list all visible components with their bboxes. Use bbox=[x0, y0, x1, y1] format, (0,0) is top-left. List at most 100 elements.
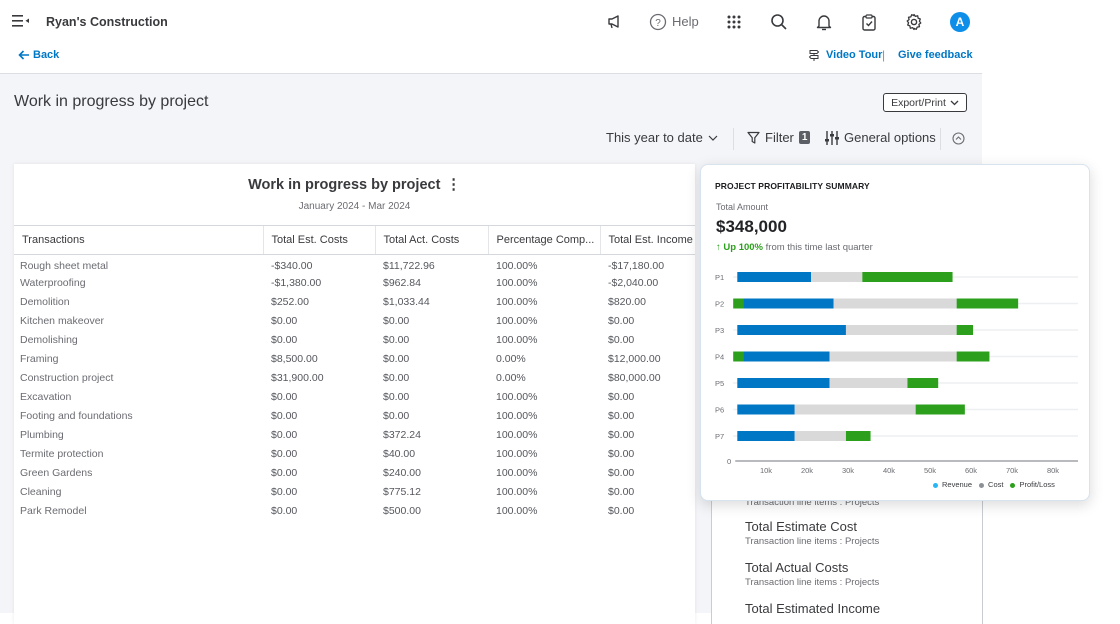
value-cell: $0.00 bbox=[271, 429, 298, 441]
bar-segment-profit-loss[interactable] bbox=[915, 404, 965, 415]
bar-segment-profit-loss[interactable] bbox=[956, 351, 990, 362]
project-name-cell[interactable]: Green Gardens bbox=[14, 464, 263, 483]
side-panel-item[interactable]: Total Actual Costs Transaction line item… bbox=[745, 560, 879, 588]
bar-segment-profit-loss[interactable] bbox=[862, 272, 953, 282]
export-print-button[interactable]: Export/Print bbox=[883, 93, 967, 112]
bar-segment-cost[interactable] bbox=[833, 298, 957, 309]
more-options-icon[interactable]: ⋮ bbox=[446, 177, 461, 193]
column-header[interactable]: Total Est. Costs bbox=[262, 225, 375, 255]
project-name-cell[interactable]: Kitchen makeover bbox=[14, 312, 263, 331]
search-icon[interactable] bbox=[768, 11, 790, 33]
trend-indicator: ↑ Up 100% from this time last quarter bbox=[716, 242, 873, 253]
column-header[interactable]: Total Est. Income bbox=[599, 225, 695, 255]
value-cell: 0.00% bbox=[496, 372, 526, 384]
table-row[interactable]: Framing $8,500.00 $0.00 0.00% $12,000.00 bbox=[14, 350, 695, 369]
help-icon[interactable]: ? bbox=[647, 11, 669, 33]
trend-value: Up 100% bbox=[723, 242, 763, 253]
legend-item[interactable]: Profit/Loss bbox=[1010, 480, 1055, 489]
table-row[interactable]: Park Remodel $0.00 $500.00 100.00% $0.00 bbox=[14, 502, 695, 521]
project-name-cell[interactable]: Framing bbox=[14, 350, 263, 369]
table-row[interactable]: Waterproofing -$1,380.00 $962.84 100.00% -$2… bbox=[14, 274, 695, 293]
date-range-dropdown[interactable]: This year to date bbox=[606, 130, 718, 145]
table-row[interactable]: Excavation $0.00 $0.00 100.00% $0.00 bbox=[14, 388, 695, 407]
menu-icon[interactable] bbox=[12, 14, 30, 28]
table-row[interactable]: Construction project $31,900.00 $0.00 0.00%… bbox=[14, 369, 695, 388]
value-cell: $0.00 bbox=[608, 467, 635, 479]
bell-icon[interactable] bbox=[813, 11, 835, 33]
bar-segment-cost[interactable] bbox=[794, 404, 916, 415]
bar-segment-profit-loss[interactable] bbox=[733, 298, 744, 309]
value-cell: $0.00 bbox=[383, 334, 410, 346]
column-header[interactable]: Transactions bbox=[14, 225, 263, 255]
table-row[interactable]: Kitchen makeover $0.00 $0.00 100.00% $0.00 bbox=[14, 312, 695, 331]
project-name-cell[interactable]: Waterproofing bbox=[14, 274, 263, 293]
table-row[interactable]: Plumbing $0.00 $372.24 100.00% $0.00 bbox=[14, 426, 695, 445]
arrow-left-icon bbox=[18, 50, 29, 60]
value-cell: 100.00% bbox=[496, 467, 538, 479]
table-row[interactable]: Cleaning $0.00 $775.12 100.00% $0.00 bbox=[14, 483, 695, 502]
table-row[interactable]: Green Gardens $0.00 $240.00 100.00% $0.00 bbox=[14, 464, 695, 483]
bar-segment-cost[interactable] bbox=[794, 431, 846, 441]
back-link[interactable]: Back bbox=[18, 49, 59, 61]
project-name-cell[interactable]: Cleaning bbox=[14, 483, 263, 502]
table-row[interactable]: Rough sheet metal -$340.00 $11,722.96 100.0… bbox=[14, 255, 695, 274]
bar-segment-revenue[interactable] bbox=[737, 378, 830, 388]
video-tour-link[interactable]: Video Tour bbox=[808, 49, 882, 61]
bar-segment-profit-loss[interactable] bbox=[956, 298, 1019, 309]
legend-item[interactable]: Revenue bbox=[933, 480, 972, 489]
project-name-cell[interactable]: Termite protection bbox=[14, 445, 263, 464]
table-row[interactable]: Termite protection $0.00 $40.00 100.00% $0.0… bbox=[14, 445, 695, 464]
bar-segment-revenue[interactable] bbox=[743, 351, 830, 362]
table-row[interactable]: Demolishing $0.00 $0.00 100.00% $0.00 bbox=[14, 331, 695, 350]
bar-segment-revenue[interactable] bbox=[737, 325, 846, 335]
value-cell: $12,000.00 bbox=[608, 353, 661, 365]
general-options-button[interactable]: General options bbox=[825, 130, 936, 145]
project-name-cell[interactable]: Demolishing bbox=[14, 331, 263, 350]
bar-segment-profit-loss[interactable] bbox=[845, 431, 871, 441]
chart-legend: Revenue Cost Profit/Loss bbox=[933, 480, 1055, 489]
y-tick-label: P5 bbox=[715, 379, 724, 388]
y-tick-label: P1 bbox=[715, 273, 724, 282]
bar-segment-profit-loss[interactable] bbox=[956, 325, 974, 335]
gear-icon[interactable] bbox=[903, 11, 925, 33]
y-tick-label: P6 bbox=[715, 406, 724, 415]
bar-segment-cost[interactable] bbox=[829, 378, 908, 388]
bar-segment-cost[interactable] bbox=[845, 325, 957, 335]
bar-segment-cost[interactable] bbox=[829, 351, 957, 362]
legend-item[interactable]: Cost bbox=[979, 480, 1003, 489]
collapse-icon[interactable] bbox=[952, 132, 965, 145]
help-label[interactable]: Help bbox=[672, 14, 699, 29]
side-panel-item[interactable]: Total Estimated Income bbox=[745, 601, 880, 616]
value-cell: 100.00% bbox=[496, 277, 538, 289]
apps-grid-icon[interactable] bbox=[723, 11, 745, 33]
filter-button[interactable]: Filter 1 bbox=[747, 130, 811, 145]
project-name-cell[interactable]: Demolition bbox=[14, 293, 263, 312]
report-title: Work in progress by project ⋮ bbox=[14, 177, 695, 193]
bar-segment-revenue[interactable] bbox=[737, 404, 795, 415]
project-name-cell[interactable]: Park Remodel bbox=[14, 502, 263, 521]
side-panel-item-sub: Transaction line items : Projects bbox=[745, 577, 880, 588]
table-row[interactable]: Demolition $252.00 $1,033.44 100.00% $820.00 bbox=[14, 293, 695, 312]
column-header[interactable]: Percentage Comp... bbox=[487, 225, 600, 255]
project-name-cell[interactable]: Rough sheet metal bbox=[14, 255, 263, 274]
bar-segment-revenue[interactable] bbox=[737, 272, 812, 282]
column-header[interactable]: Total Act. Costs bbox=[374, 225, 488, 255]
side-panel-item[interactable]: Total Estimate Cost Transaction line ite… bbox=[745, 519, 879, 547]
project-name-cell[interactable]: Plumbing bbox=[14, 426, 263, 445]
table-row[interactable]: Footing and foundations $0.00 $0.00 100.00%… bbox=[14, 407, 695, 426]
give-feedback-link[interactable]: Give feedback bbox=[898, 49, 973, 61]
value-cell: $0.00 bbox=[271, 410, 298, 422]
bar-segment-cost[interactable] bbox=[811, 272, 863, 282]
avatar[interactable]: A bbox=[950, 12, 970, 32]
project-name-cell[interactable]: Footing and foundations bbox=[14, 407, 263, 426]
value-cell: $11,722.96 bbox=[383, 260, 435, 273]
bar-segment-profit-loss[interactable] bbox=[733, 351, 744, 362]
bar-segment-profit-loss[interactable] bbox=[907, 378, 939, 388]
project-name-cell[interactable]: Excavation bbox=[14, 388, 263, 407]
megaphone-icon[interactable] bbox=[603, 11, 625, 33]
clipboard-check-icon[interactable] bbox=[858, 11, 880, 33]
bar-segment-revenue[interactable] bbox=[737, 431, 795, 441]
bar-segment-revenue[interactable] bbox=[743, 298, 834, 309]
project-name-cell[interactable]: Construction project bbox=[14, 369, 263, 388]
toolbar-divider bbox=[940, 128, 941, 150]
